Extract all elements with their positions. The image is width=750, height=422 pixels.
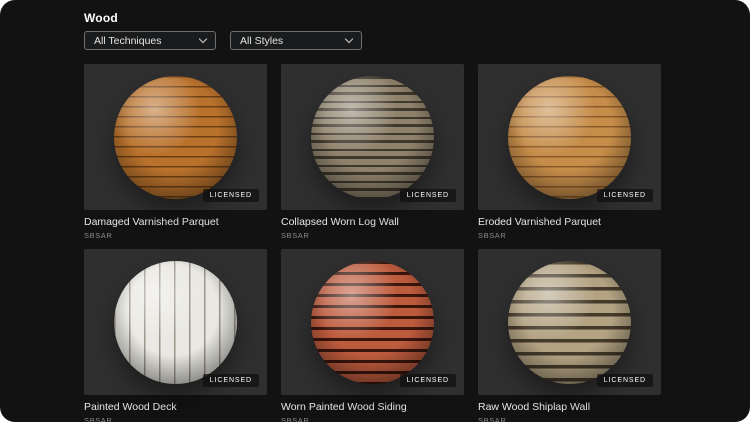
material-title: Worn Painted Wood Siding bbox=[281, 401, 407, 413]
material-thumbnail[interactable]: LICENSED bbox=[281, 249, 464, 395]
licensed-badge: LICENSED bbox=[399, 189, 456, 202]
material-thumbnail[interactable]: LICENSED bbox=[281, 64, 464, 210]
material-card[interactable]: LICENSED Eroded Varnished Parquet SBSAR bbox=[478, 64, 661, 240]
material-format: SBSAR bbox=[84, 231, 113, 240]
material-thumbnail[interactable]: LICENSED bbox=[478, 64, 661, 210]
material-card[interactable]: LICENSED Worn Painted Wood Siding SBSAR bbox=[281, 249, 464, 422]
material-format: SBSAR bbox=[281, 231, 310, 240]
techniques-filter-dropdown[interactable]: All Techniques bbox=[84, 31, 216, 50]
material-thumbnail[interactable]: LICENSED bbox=[84, 64, 267, 210]
material-sphere-preview bbox=[508, 260, 631, 384]
chevron-down-icon bbox=[344, 34, 354, 44]
material-card[interactable]: LICENSED Raw Wood Shiplap Wall SBSAR bbox=[478, 249, 661, 422]
material-format: SBSAR bbox=[478, 416, 507, 422]
material-thumbnail[interactable]: LICENSED bbox=[84, 249, 267, 395]
app-window: Wood All Techniques All Styles LICENSED … bbox=[0, 0, 750, 422]
chevron-down-icon bbox=[198, 34, 208, 44]
material-grid: LICENSED Damaged Varnished Parquet SBSAR… bbox=[84, 64, 750, 422]
licensed-badge: LICENSED bbox=[202, 189, 259, 202]
styles-filter-dropdown[interactable]: All Styles bbox=[230, 31, 362, 50]
material-title: Collapsed Worn Log Wall bbox=[281, 216, 399, 228]
content-area: Wood All Techniques All Styles LICENSED … bbox=[0, 0, 750, 422]
licensed-badge: LICENSED bbox=[596, 374, 653, 387]
licensed-badge: LICENSED bbox=[202, 374, 259, 387]
material-sphere-preview bbox=[508, 75, 631, 199]
material-sphere-preview bbox=[311, 260, 434, 384]
material-card[interactable]: LICENSED Painted Wood Deck SBSAR bbox=[84, 249, 267, 422]
material-sphere-preview bbox=[114, 75, 237, 199]
material-title: Eroded Varnished Parquet bbox=[478, 216, 601, 228]
material-format: SBSAR bbox=[281, 416, 310, 422]
material-format: SBSAR bbox=[478, 231, 507, 240]
material-sphere-preview bbox=[114, 260, 237, 384]
styles-filter-label: All Styles bbox=[240, 34, 284, 47]
material-card[interactable]: LICENSED Collapsed Worn Log Wall SBSAR bbox=[281, 64, 464, 240]
page-title: Wood bbox=[84, 11, 118, 25]
techniques-filter-label: All Techniques bbox=[94, 34, 162, 47]
material-thumbnail[interactable]: LICENSED bbox=[478, 249, 661, 395]
material-title: Damaged Varnished Parquet bbox=[84, 216, 219, 228]
licensed-badge: LICENSED bbox=[596, 189, 653, 202]
material-sphere-preview bbox=[311, 75, 434, 199]
filter-bar: All Techniques All Styles bbox=[84, 31, 750, 50]
material-format: SBSAR bbox=[84, 416, 113, 422]
material-title: Raw Wood Shiplap Wall bbox=[478, 401, 591, 413]
material-title: Painted Wood Deck bbox=[84, 401, 177, 413]
material-card[interactable]: LICENSED Damaged Varnished Parquet SBSAR bbox=[84, 64, 267, 240]
licensed-badge: LICENSED bbox=[399, 374, 456, 387]
